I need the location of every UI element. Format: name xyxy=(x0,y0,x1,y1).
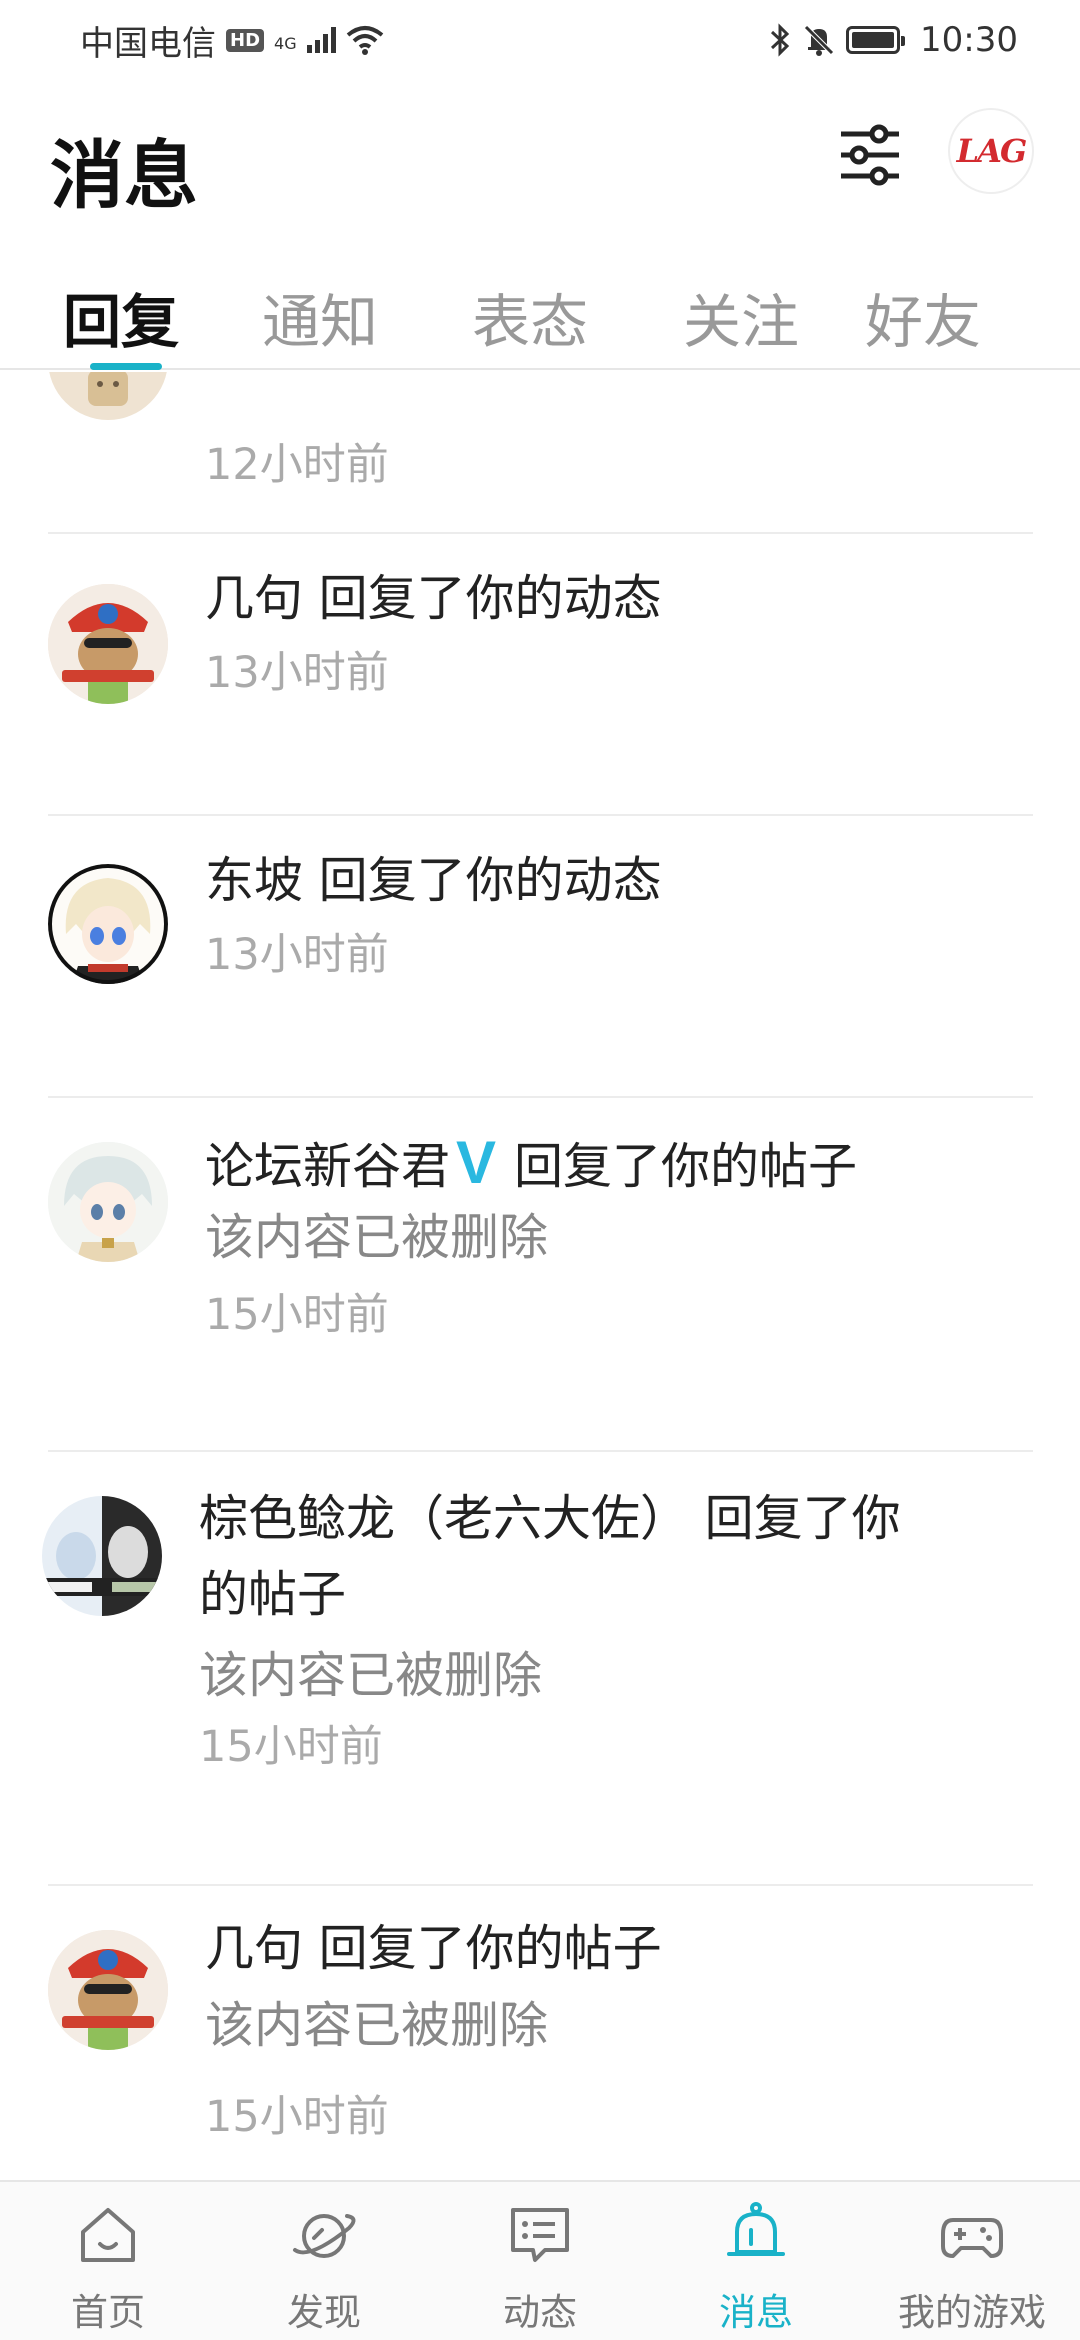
tab-reaction[interactable]: 表态 xyxy=(472,275,588,359)
page-title: 消息 xyxy=(50,133,198,219)
nav-home[interactable]: 首页 xyxy=(18,2200,198,2336)
reply-action: 回复了你的动态 xyxy=(318,570,662,627)
list-item[interactable]: 几句 回复了你的帖子 该内容已被删除 15小时前 xyxy=(0,1886,1080,2180)
message-content[interactable]: 该内容已被删除 xyxy=(205,1986,548,2057)
network-label: 4G xyxy=(274,33,297,53)
home-icon xyxy=(81,2208,135,2262)
active-tab-indicator xyxy=(90,363,162,370)
avatar[interactable] xyxy=(48,1930,168,2050)
wifi-icon xyxy=(346,26,383,55)
nav-label: 动态 xyxy=(503,2291,577,2334)
header: 消息 LAG xyxy=(0,80,1080,240)
message-title: 几句 回复了你的帖子 xyxy=(205,1910,662,1988)
message-title: 几句 回复了你的动态 xyxy=(205,560,662,638)
gamepad-icon xyxy=(941,2218,1003,2258)
message-time: 12小时前 xyxy=(205,440,389,490)
carrier-label: 中国电信 xyxy=(80,23,216,64)
reply-action: 回复了你的帖子 xyxy=(318,1920,662,1977)
planet-icon xyxy=(293,2214,356,2258)
reply-action: 回复了你的帖子 xyxy=(514,1138,858,1195)
message-time: 13小时前 xyxy=(205,930,389,980)
list-item[interactable]: 棕色鲶龙（老六大佐） 回复了你 的帖子 该内容已被删除 15小时前 xyxy=(0,1452,1080,1884)
avatar[interactable] xyxy=(48,1142,168,1262)
clock: 10:30 xyxy=(920,20,1018,60)
hd-badge: HD xyxy=(226,28,265,52)
nav-label: 首页 xyxy=(71,2291,145,2334)
verified-badge-icon: V xyxy=(456,1129,497,1196)
tab-friends[interactable]: 好友 xyxy=(865,275,981,359)
reply-user-name[interactable]: 东坡 xyxy=(205,852,303,909)
bell-icon xyxy=(727,2202,785,2256)
message-time: 15小时前 xyxy=(205,1290,389,1340)
message-time: 13小时前 xyxy=(205,648,389,698)
reply-user-name[interactable]: 几句 xyxy=(205,570,303,627)
message-time: 15小时前 xyxy=(205,2092,389,2142)
avatar[interactable] xyxy=(48,864,168,984)
status-bar: 中国电信 HD 4G 10:30 xyxy=(0,0,1080,80)
reply-user-name[interactable]: 论坛新谷君 xyxy=(205,1138,450,1195)
tab-notice[interactable]: 通知 xyxy=(262,275,378,359)
battery-icon xyxy=(846,26,906,54)
avatar[interactable] xyxy=(42,1496,162,1616)
status-left: 中国电信 HD 4G xyxy=(80,16,384,65)
message-title: 东坡 回复了你的动态 xyxy=(205,842,662,920)
nav-feed[interactable]: 动态 xyxy=(450,2200,630,2336)
nav-discover[interactable]: 发现 xyxy=(234,2200,414,2336)
avatar[interactable] xyxy=(48,584,168,704)
message-title-line-1: 棕色鲶龙（老六大佐） 回复了你 xyxy=(199,1490,901,1547)
chat-icon xyxy=(511,2208,569,2262)
avatar-logo-text: LAG xyxy=(956,132,1028,170)
message-time: 15小时前 xyxy=(199,1722,383,1772)
bottom-nav: 首页 发现 动态 消息 我的游戏 xyxy=(0,2180,1080,2340)
bluetooth-icon xyxy=(770,23,790,57)
signal-icon xyxy=(306,27,336,53)
list-item[interactable]: 12小时前 xyxy=(0,372,1080,534)
list-item[interactable]: 论坛新谷君 V 回复了你的帖子 该内容已被删除 15小时前 xyxy=(0,1098,1080,1450)
filter-settings-icon[interactable] xyxy=(835,120,905,190)
reply-user-name[interactable]: 几句 xyxy=(205,1920,303,1977)
reply-list[interactable]: 12小时前 几句 回复了你的动态 13小时前 东坡 回复了你的动态 13小时前 … xyxy=(0,372,1080,2180)
tab-reply[interactable]: 回复 xyxy=(63,275,179,359)
avatar[interactable] xyxy=(48,372,168,420)
status-right: 10:30 xyxy=(768,20,1018,60)
message-content[interactable]: 该内容已被删除 xyxy=(205,1198,548,1269)
nav-label: 我的游戏 xyxy=(898,2291,1046,2334)
message-content[interactable]: 该内容已被删除 xyxy=(199,1636,542,1707)
nav-label: 发现 xyxy=(287,2291,361,2334)
message-title: 论坛新谷君 V 回复了你的帖子 xyxy=(205,1124,857,1206)
user-avatar[interactable]: LAG xyxy=(948,108,1034,194)
list-item[interactable]: 东坡 回复了你的动态 13小时前 xyxy=(0,816,1080,1096)
nav-messages[interactable]: 消息 xyxy=(666,2200,846,2336)
message-title-line-2: 的帖子 xyxy=(199,1566,347,1623)
tab-follow[interactable]: 关注 xyxy=(683,275,799,359)
nav-label: 消息 xyxy=(719,2291,793,2334)
reply-action: 回复了你的动态 xyxy=(318,852,662,909)
list-item[interactable]: 几句 回复了你的动态 13小时前 xyxy=(0,534,1080,814)
message-tabs: 回复 通知 表态 关注 好友 xyxy=(0,255,1080,370)
mute-bell-icon xyxy=(804,25,834,56)
nav-my-games[interactable]: 我的游戏 xyxy=(882,2200,1062,2336)
